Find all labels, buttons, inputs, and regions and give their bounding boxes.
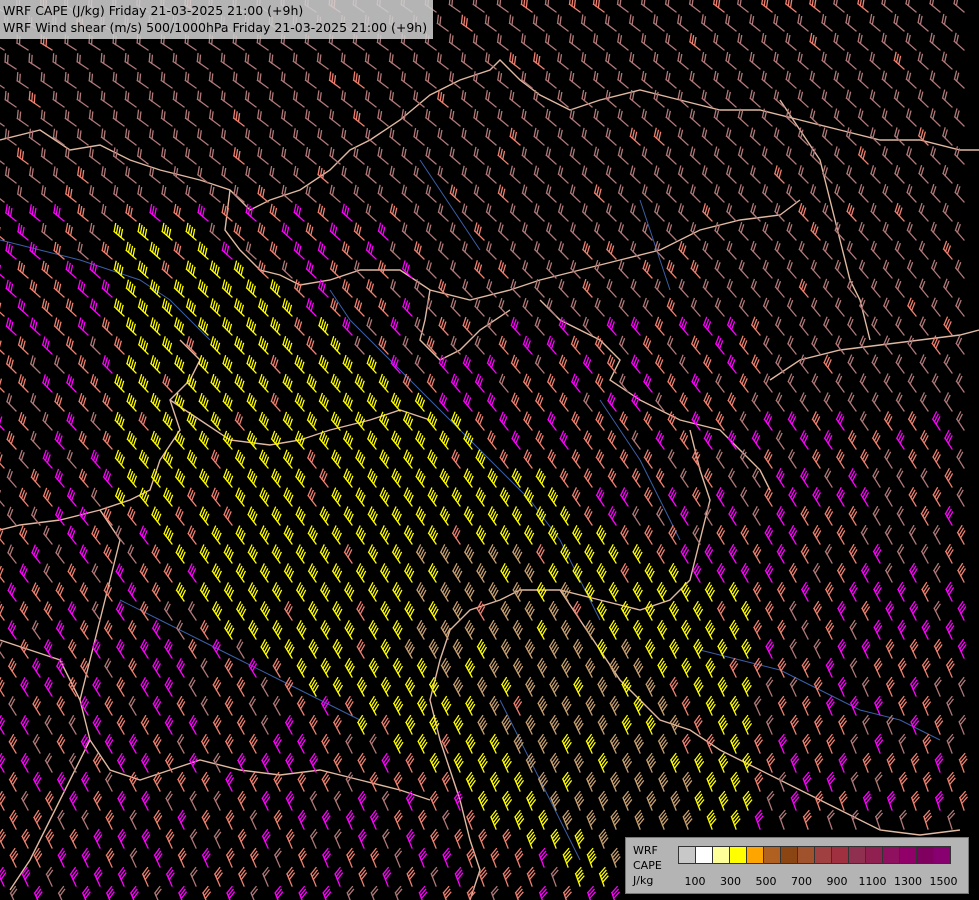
legend-tick-label: 300 (720, 875, 741, 888)
legend-tick-label: 100 (684, 875, 706, 888)
legend-tick-label: 1300 (894, 875, 922, 888)
legend-swatch (729, 846, 747, 864)
legend-swatch (797, 846, 815, 864)
legend-color-scale (678, 846, 951, 864)
legend-swatch (882, 846, 900, 864)
legend-tick-label: 1500 (929, 875, 958, 888)
legend-ticks: 100 300 500 700 900 1100 1300 1500 (678, 875, 968, 889)
legend-tick-label: 900 (826, 875, 848, 888)
legend-swatch (746, 846, 764, 864)
legend-tick-label: 1100 (858, 875, 887, 888)
legend-swatch (848, 846, 866, 864)
legend-swatch (780, 846, 798, 864)
legend-swatch (865, 846, 883, 864)
legend-label-variable: CAPE (633, 859, 662, 872)
weather-map (0, 0, 979, 900)
title-line-cape: WRF CAPE (J/kg) Friday 21-03-2025 21:00 … (3, 3, 304, 18)
legend-swatch (678, 846, 696, 864)
legend-swatch (695, 846, 713, 864)
legend-swatch (916, 846, 934, 864)
cape-legend: WRF CAPE J/kg 100 300 500 700 900 1100 1300 150… (625, 837, 969, 894)
legend-swatch (763, 846, 781, 864)
legend-swatch (831, 846, 849, 864)
legend-tick-label: 700 (791, 875, 812, 888)
legend-swatch (899, 846, 917, 864)
legend-label-model: WRF (633, 844, 658, 857)
legend-tick-label: 500 (755, 875, 777, 888)
legend-label-unit: J/kg (633, 874, 654, 887)
map-title: WRF CAPE (J/kg) Friday 21-03-2025 21:00 … (0, 0, 434, 39)
legend-swatch (712, 846, 730, 864)
legend-swatch (933, 846, 951, 864)
legend-swatch (814, 846, 832, 864)
title-line-shear: WRF Wind shear (m/s) 500/1000hPa Friday … (3, 20, 428, 35)
